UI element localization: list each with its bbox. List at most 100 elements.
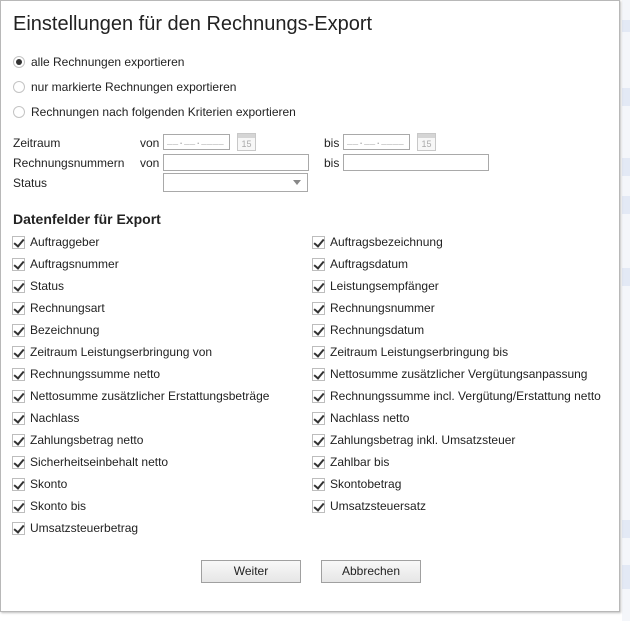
status-select[interactable] <box>163 173 308 192</box>
checkbox[interactable] <box>12 433 25 447</box>
rechnungsnummern-von-label: von <box>140 156 160 170</box>
field-checkbox-row[interactable]: Leistungsempfänger <box>312 278 439 294</box>
radio-button[interactable] <box>13 106 25 118</box>
abbrechen-button[interactable]: Abbrechen <box>321 560 421 583</box>
radio-button[interactable] <box>13 81 25 93</box>
field-checkbox-row[interactable]: Status <box>12 278 64 294</box>
field-checkbox-row[interactable]: Zahlbar bis <box>312 454 389 470</box>
checkbox[interactable] <box>12 279 25 293</box>
zeitraum-bis-label: bis <box>324 136 340 150</box>
radio-label: alle Rechnungen exportieren <box>31 55 185 69</box>
checkbox-label: Bezeichnung <box>30 323 100 337</box>
checkbox[interactable] <box>312 477 325 491</box>
field-checkbox-row[interactable]: Zahlungsbetrag netto <box>12 432 143 448</box>
status-label: Status <box>13 176 48 190</box>
field-checkbox-row[interactable]: Rechnungssumme incl. Vergütung/Erstattun… <box>312 388 601 404</box>
checkbox-label: Status <box>30 279 65 293</box>
field-checkbox-row[interactable]: Skontobetrag <box>312 476 401 492</box>
checkbox[interactable] <box>312 367 325 381</box>
rechnungsnummer-bis-input[interactable] <box>343 154 489 171</box>
checkbox[interactable] <box>12 499 25 513</box>
radio-export-marked[interactable]: nur markierte Rechnungen exportieren <box>13 78 236 96</box>
field-checkbox-row[interactable]: Zahlungsbetrag inkl. Umsatzsteuer <box>312 432 515 448</box>
checkbox[interactable] <box>12 367 25 381</box>
checkbox-label: Auftragsdatum <box>330 257 409 271</box>
field-checkbox-row[interactable]: Nachlass <box>12 410 79 426</box>
checkbox[interactable] <box>12 411 25 425</box>
field-checkbox-row[interactable]: Zeitraum Leistungserbringung von <box>12 344 212 360</box>
field-checkbox-row[interactable]: Rechnungsdatum <box>312 322 424 338</box>
field-checkbox-row[interactable]: Sicherheitseinbehalt netto <box>12 454 168 470</box>
checkbox[interactable] <box>312 279 325 293</box>
radio-export-criteria[interactable]: Rechnungen nach folgenden Kriterien expo… <box>13 103 296 121</box>
checkbox-label: Rechnungsnummer <box>330 301 435 315</box>
checkbox-label: Rechnungsart <box>30 301 105 315</box>
export-settings-dialog: Einstellungen für den Rechnungs-Export a… <box>0 0 620 612</box>
zeitraum-von-label: von <box>140 136 160 150</box>
field-checkbox-row[interactable]: Auftragsdatum <box>312 256 408 272</box>
field-checkbox-row[interactable]: Zeitraum Leistungserbringung bis <box>312 344 508 360</box>
calendar-icon[interactable]: 15 <box>417 133 436 151</box>
field-checkbox-row[interactable]: Rechnungsnummer <box>312 300 435 316</box>
checkbox[interactable] <box>12 455 25 469</box>
radio-export-all[interactable]: alle Rechnungen exportieren <box>13 53 184 71</box>
checkbox[interactable] <box>12 257 25 271</box>
field-checkbox-row[interactable]: Auftraggeber <box>12 234 99 250</box>
zeitraum-von-date-input[interactable]: __.__.____ <box>163 134 230 150</box>
checkbox-label: Auftraggeber <box>30 235 100 249</box>
calendar-icon[interactable]: 15 <box>237 133 256 151</box>
checkbox[interactable] <box>312 455 325 469</box>
zeitraum-label: Zeitraum <box>13 136 61 150</box>
checkbox-label: Zeitraum Leistungserbringung von <box>30 345 213 359</box>
checkbox[interactable] <box>312 433 325 447</box>
checkbox[interactable] <box>312 345 325 359</box>
checkbox-label: Nachlass <box>30 411 80 425</box>
field-checkbox-row[interactable]: Nachlass netto <box>312 410 409 426</box>
field-checkbox-row[interactable]: Nettosumme zusätzlicher Erstattungsbeträ… <box>12 388 269 404</box>
checkbox[interactable] <box>12 521 25 535</box>
field-checkbox-row[interactable]: Rechnungsart <box>12 300 105 316</box>
checkbox-label: Zahlungsbetrag inkl. Umsatzsteuer <box>330 433 516 447</box>
checkbox[interactable] <box>312 499 325 513</box>
checkbox-label: Umsatzsteuerbetrag <box>30 521 139 535</box>
checkbox[interactable] <box>312 411 325 425</box>
checkbox-label: Skontobetrag <box>330 477 402 491</box>
weiter-button[interactable]: Weiter <box>201 560 301 583</box>
field-checkbox-row[interactable]: Auftragsbezeichnung <box>312 234 443 250</box>
field-checkbox-row[interactable]: Umsatzsteuerbetrag <box>12 520 138 536</box>
rechnungsnummern-bis-label: bis <box>324 156 340 170</box>
checkbox[interactable] <box>12 477 25 491</box>
checkbox-label: Rechnungssumme incl. Vergütung/Erstattun… <box>330 389 601 403</box>
checkbox[interactable] <box>312 301 325 315</box>
checkbox[interactable] <box>312 323 325 337</box>
checkbox-label: Rechnungssumme netto <box>30 367 161 381</box>
checkbox-label: Zahlungsbetrag netto <box>30 433 144 447</box>
checkbox[interactable] <box>312 235 325 249</box>
field-checkbox-row[interactable]: Bezeichnung <box>12 322 99 338</box>
checkbox[interactable] <box>12 345 25 359</box>
checkbox-label: Nettosumme zusätzlicher Vergütungsanpass… <box>330 367 588 381</box>
checkbox[interactable] <box>12 389 25 403</box>
checkbox[interactable] <box>312 389 325 403</box>
checkbox[interactable] <box>12 235 25 249</box>
checkbox-label: Nettosumme zusätzlicher Erstattungsbeträ… <box>30 389 270 403</box>
checkbox-label: Nachlass netto <box>330 411 410 425</box>
field-checkbox-row[interactable]: Auftragsnummer <box>12 256 119 272</box>
field-checkbox-row[interactable]: Nettosumme zusätzlicher Vergütungsanpass… <box>312 366 587 382</box>
field-checkbox-row[interactable]: Skonto <box>12 476 67 492</box>
checkbox-label: Zeitraum Leistungserbringung bis <box>330 345 509 359</box>
radio-label: Rechnungen nach folgenden Kriterien expo… <box>31 105 296 119</box>
checkbox[interactable] <box>12 301 25 315</box>
zeitraum-bis-date-input[interactable]: __.__.____ <box>343 134 410 150</box>
field-checkbox-row[interactable]: Umsatzsteuersatz <box>312 498 426 514</box>
checkbox-label: Sicherheitseinbehalt netto <box>30 455 169 469</box>
checkbox[interactable] <box>312 257 325 271</box>
rechnungsnummer-von-input[interactable] <box>163 154 309 171</box>
radio-button[interactable] <box>13 56 25 68</box>
checkbox-label: Auftragsbezeichnung <box>330 235 443 249</box>
checkbox[interactable] <box>12 323 25 337</box>
checkbox-label: Zahlbar bis <box>330 455 390 469</box>
field-checkbox-row[interactable]: Skonto bis <box>12 498 86 514</box>
field-checkbox-row[interactable]: Rechnungssumme netto <box>12 366 160 382</box>
dialog-title: Einstellungen für den Rechnungs-Export <box>13 13 373 35</box>
